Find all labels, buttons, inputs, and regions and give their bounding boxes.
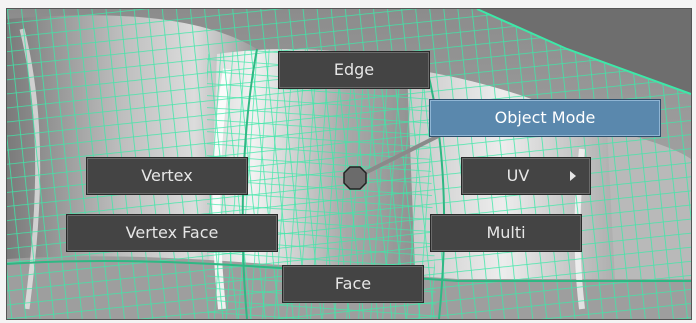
menu-center-marker-icon <box>342 165 368 196</box>
menu-item-label: Face <box>334 274 372 293</box>
menu-item-vertex[interactable]: Vertex <box>86 157 248 195</box>
menu-item-label: Vertex Face <box>125 223 219 242</box>
menu-item-face[interactable]: Face <box>282 265 424 303</box>
menu-item-label: Multi <box>486 223 526 242</box>
submenu-arrow-icon <box>570 171 576 181</box>
menu-item-vertex-face[interactable]: Vertex Face <box>66 214 278 252</box>
menu-item-label: Edge <box>333 60 375 79</box>
menu-item-edge[interactable]: Edge <box>278 51 430 89</box>
menu-item-multi[interactable]: Multi <box>430 214 582 252</box>
menu-item-uv[interactable]: UV <box>461 157 591 195</box>
menu-item-label: UV <box>506 166 530 185</box>
menu-item-label: Vertex <box>141 166 193 185</box>
menu-item-object-mode[interactable]: Object Mode <box>429 99 661 137</box>
menu-item-label: Object Mode <box>494 108 596 127</box>
